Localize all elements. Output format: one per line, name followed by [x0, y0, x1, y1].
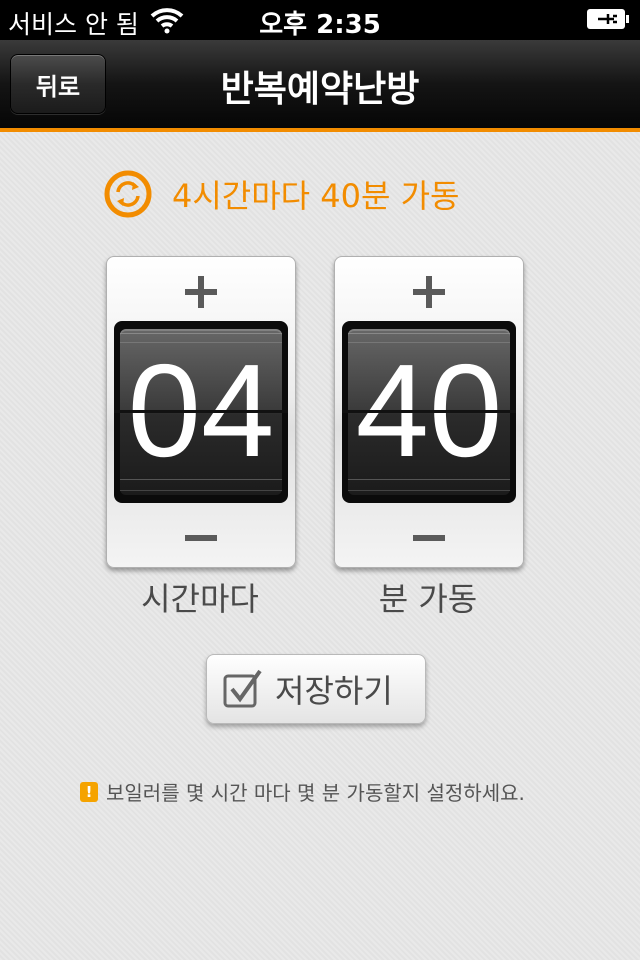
plus-icon	[413, 276, 445, 308]
hours-decrement-button[interactable]	[107, 507, 295, 569]
hint-text: 보일러를 몇 시간 마다 몇 분 가동할지 설정하세요.	[106, 781, 525, 805]
repeat-icon	[104, 170, 152, 218]
summary-text: 4시간마다 40분 가동	[172, 177, 460, 215]
minus-icon	[185, 535, 217, 541]
minus-icon	[413, 535, 445, 541]
warning-icon: !	[80, 781, 98, 802]
save-button[interactable]: 저장하기	[206, 654, 426, 724]
checkbox-icon	[223, 669, 262, 708]
minutes-picker: 40	[334, 256, 524, 568]
battery-charging-icon	[587, 9, 629, 29]
minutes-flip-display: 40	[342, 321, 516, 503]
minutes-label: 분 가동	[378, 580, 478, 618]
hours-picker: 04	[106, 256, 296, 568]
hint-message: ! 보일러를 몇 시간 마다 몇 분 가동할지 설정하세요.	[80, 777, 525, 806]
hours-flip-display: 04	[114, 321, 288, 503]
clock: 오후 2:35	[259, 10, 381, 40]
page-title: 반복예약난방	[220, 69, 420, 110]
save-button-label: 저장하기	[275, 672, 393, 710]
plus-icon	[185, 276, 217, 308]
schedule-summary: 4시간마다 40분 가동	[104, 170, 460, 218]
hours-increment-button[interactable]	[107, 261, 295, 323]
minutes-increment-button[interactable]	[335, 261, 523, 323]
status-bar: 서비스 안 됨 오후 2:35	[0, 0, 640, 40]
minutes-decrement-button[interactable]	[335, 507, 523, 569]
hours-label: 시간마다	[141, 580, 259, 618]
navigation-bar: 뒤로 반복예약난방	[0, 40, 640, 132]
